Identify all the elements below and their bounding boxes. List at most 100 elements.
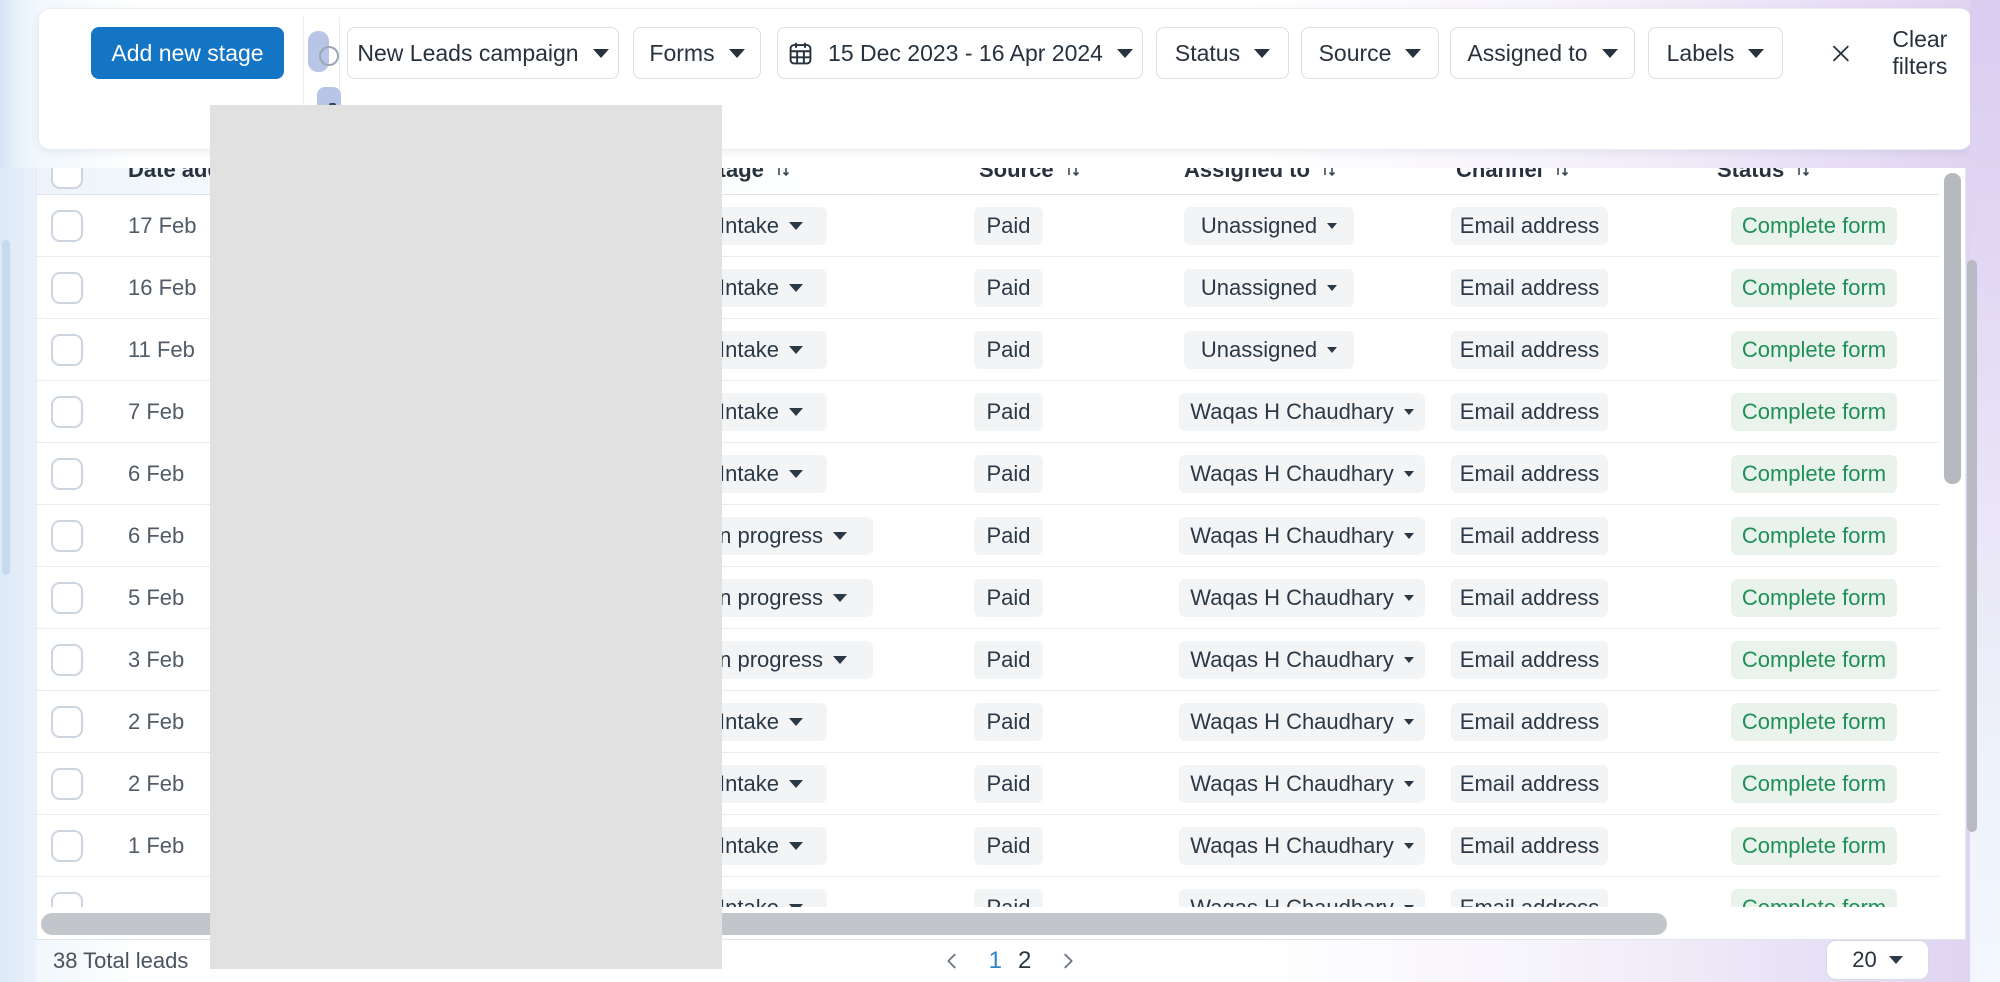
status-badge[interactable]: Complete form <box>1731 641 1897 679</box>
assigned-dropdown[interactable]: Waqas H Chaudhary <box>1179 579 1425 617</box>
chevron-down-icon <box>1404 657 1414 663</box>
assigned-dropdown[interactable]: Waqas H Chaudhary <box>1179 641 1425 679</box>
stage-dropdown[interactable]: Intake <box>705 889 827 907</box>
cell-date-added: 11 Feb <box>128 319 195 381</box>
table-vertical-scrollbar[interactable] <box>1944 173 1961 484</box>
row-checkbox[interactable] <box>51 272 83 304</box>
cell-source: Paid <box>974 393 1043 431</box>
stage-dropdown[interactable]: Intake <box>705 455 827 493</box>
stage-dropdown[interactable]: Intake <box>705 703 827 741</box>
chevron-down-icon <box>1602 49 1618 58</box>
assigned-label: Unassigned <box>1201 337 1317 363</box>
status-badge[interactable]: Complete form <box>1731 207 1897 245</box>
assigned-label: Waqas H Chaudhary <box>1190 523 1393 549</box>
cell-channel: Email address <box>1451 455 1608 493</box>
status-badge[interactable]: Complete form <box>1731 393 1897 431</box>
date-range-dropdown[interactable]: 15 Dec 2023 - 16 Apr 2024 <box>777 27 1143 79</box>
chevron-down-icon <box>789 842 803 850</box>
assigned-dropdown[interactable]: Waqas H Chaudhary <box>1179 517 1425 555</box>
assigned-filter-dropdown[interactable]: Assigned to <box>1450 27 1635 79</box>
campaign-filter-dropdown[interactable]: New Leads campaign <box>347 27 619 79</box>
status-badge[interactable]: Complete form <box>1731 703 1897 741</box>
chevron-down-icon <box>1889 956 1903 964</box>
stage-dropdown[interactable]: In progress <box>699 517 873 555</box>
clear-filters-button[interactable]: Clear filters <box>1829 27 1971 79</box>
status-badge[interactable]: Complete form <box>1731 331 1897 369</box>
row-checkbox[interactable] <box>51 706 83 738</box>
status-badge[interactable]: Complete form <box>1731 827 1897 865</box>
row-checkbox[interactable] <box>51 582 83 614</box>
clear-filters-label: Clear filters <box>1869 26 1971 80</box>
stage-dropdown[interactable]: Intake <box>705 393 827 431</box>
chevron-down-icon <box>1748 49 1764 58</box>
cell-channel: Email address <box>1451 269 1608 307</box>
add-new-stage-button[interactable]: Add new stage <box>91 27 284 79</box>
stage-dropdown[interactable]: In progress <box>699 641 873 679</box>
chevron-down-icon <box>789 346 803 354</box>
assigned-dropdown[interactable]: Waqas H Chaudhary <box>1179 393 1425 431</box>
labels-filter-dropdown[interactable]: Labels <box>1648 27 1783 79</box>
assigned-dropdown[interactable]: Unassigned <box>1184 269 1354 307</box>
cell-date-added: 6 Feb <box>128 505 184 567</box>
source-filter-dropdown[interactable]: Source <box>1301 27 1439 79</box>
assigned-dropdown[interactable]: Waqas H Chaudhary <box>1179 827 1425 865</box>
stage-dropdown[interactable]: Intake <box>705 765 827 803</box>
stage-dropdown[interactable]: Intake <box>705 207 827 245</box>
campaign-filter-label: New Leads campaign <box>357 40 578 67</box>
status-badge[interactable]: Complete form <box>1731 269 1897 307</box>
stage-dropdown[interactable]: Intake <box>705 331 827 369</box>
cell-channel: Email address <box>1451 641 1608 679</box>
chevron-down-icon <box>1404 533 1414 539</box>
stage-dropdown[interactable]: In progress <box>699 579 873 617</box>
row-checkbox[interactable] <box>51 644 83 676</box>
chevron-down-icon <box>1404 471 1414 477</box>
forms-filter-dropdown[interactable]: Forms <box>633 27 761 79</box>
row-checkbox[interactable] <box>51 334 83 366</box>
row-checkbox[interactable] <box>51 396 83 428</box>
row-checkbox[interactable] <box>51 458 83 490</box>
assigned-filter-label: Assigned to <box>1467 40 1587 67</box>
status-filter-label: Status <box>1175 40 1240 67</box>
chevron-down-icon <box>1404 843 1414 849</box>
assigned-dropdown[interactable]: Unassigned <box>1184 331 1354 369</box>
stage-dropdown[interactable]: Intake <box>705 827 827 865</box>
assigned-dropdown[interactable]: Waqas H Chaudhary <box>1179 703 1425 741</box>
stage-dropdown[interactable]: Intake <box>705 269 827 307</box>
assigned-dropdown[interactable]: Unassigned <box>1184 207 1354 245</box>
cell-source: Paid <box>974 703 1043 741</box>
next-page-icon[interactable] <box>1057 950 1079 972</box>
status-badge[interactable]: Complete form <box>1731 455 1897 493</box>
left-panel-scrollbar[interactable] <box>2 240 10 575</box>
assigned-dropdown[interactable]: Waqas H Chaudhary <box>1179 455 1425 493</box>
assigned-dropdown[interactable]: Waqas H Chaudhary <box>1179 765 1425 803</box>
previous-page-icon[interactable] <box>941 950 963 972</box>
status-badge[interactable]: Complete form <box>1731 517 1897 555</box>
status-filter-dropdown[interactable]: Status <box>1156 27 1289 79</box>
chevron-down-icon <box>833 594 847 602</box>
page-number-2[interactable]: 2 <box>1018 947 1031 975</box>
chevron-down-icon <box>789 222 803 230</box>
stage-label: Intake <box>719 709 779 735</box>
chevron-down-icon <box>789 284 803 292</box>
page-size-value: 20 <box>1852 947 1876 973</box>
row-checkbox[interactable] <box>51 830 83 862</box>
status-badge[interactable]: Complete form <box>1731 765 1897 803</box>
page-size-dropdown[interactable]: 20 <box>1826 940 1929 980</box>
calendar-icon <box>787 40 814 67</box>
cell-channel: Email address <box>1451 331 1608 369</box>
stage-label: Intake <box>719 895 779 907</box>
row-checkbox[interactable] <box>51 768 83 800</box>
page-vertical-scrollbar[interactable] <box>1967 260 1977 832</box>
row-checkbox[interactable] <box>51 520 83 552</box>
cell-date-added: 17 Feb <box>128 195 197 257</box>
stage-label: Intake <box>719 399 779 425</box>
row-checkbox[interactable] <box>51 210 83 242</box>
assigned-dropdown[interactable]: Waqas H Chaudhary <box>1179 889 1425 907</box>
status-badge[interactable]: Complete form <box>1731 579 1897 617</box>
row-checkbox[interactable] <box>51 892 83 907</box>
pagination: 1 2 <box>900 940 1120 982</box>
page-number-1[interactable]: 1 <box>989 947 1002 975</box>
status-badge[interactable]: Complete form <box>1731 889 1897 907</box>
stage-label: Intake <box>719 337 779 363</box>
cell-channel: Email address <box>1451 393 1608 431</box>
